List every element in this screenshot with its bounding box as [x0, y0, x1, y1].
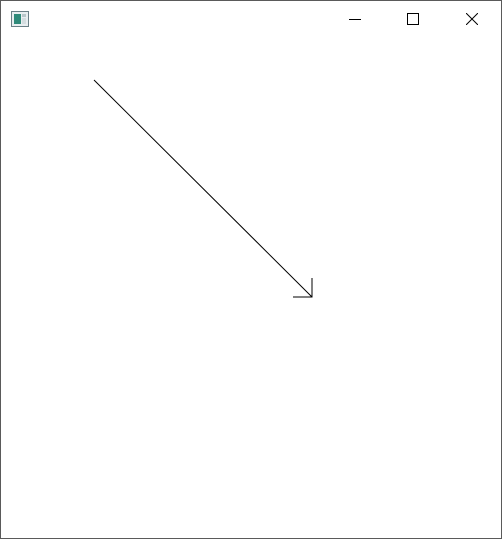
app-icon[interactable]: [11, 11, 29, 27]
maximize-icon: [407, 13, 419, 25]
app-window: [0, 0, 502, 539]
close-icon: [466, 13, 478, 25]
close-button[interactable]: [443, 1, 501, 37]
arrow-shaft: [93, 79, 313, 298]
drawing-canvas[interactable]: [1, 37, 501, 538]
drawing-surface: [93, 79, 313, 298]
title-bar[interactable]: [1, 1, 501, 37]
arrow-shape[interactable]: [93, 79, 313, 298]
maximize-button[interactable]: [384, 1, 442, 37]
minimize-button[interactable]: [326, 1, 384, 37]
minimize-icon: [349, 13, 361, 25]
